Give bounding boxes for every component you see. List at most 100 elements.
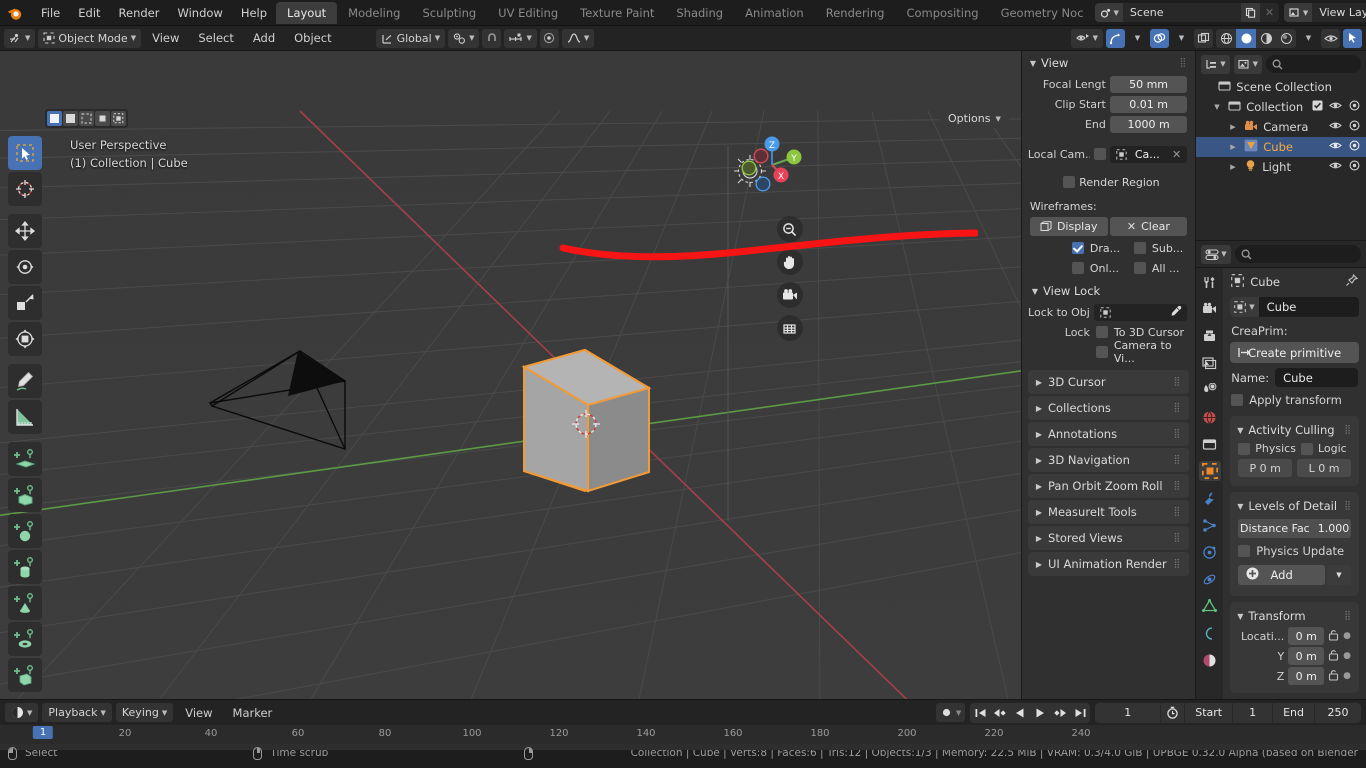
xray-toggle[interactable]	[1194, 28, 1213, 48]
scene-name[interactable]: Scene	[1123, 6, 1241, 19]
properties-editor-type-selector[interactable]: ▼	[1201, 244, 1231, 264]
add-cone-tool-icon[interactable]	[8, 586, 42, 620]
viewport-menu-add[interactable]: Add	[245, 31, 283, 45]
play-icon[interactable]	[1030, 703, 1050, 723]
lock-3d-cursor-checkbox[interactable]	[1095, 326, 1108, 338]
drag-handle-icon[interactable]: ⣿	[1344, 611, 1352, 621]
add-cylinder-tool-icon[interactable]	[8, 550, 42, 584]
disclosure-triangle-icon[interactable]: ▶	[1230, 143, 1239, 151]
menu-file[interactable]: File	[32, 3, 69, 23]
tab-data[interactable]	[1199, 596, 1221, 616]
name-row[interactable]: Name: Cube	[1223, 365, 1366, 390]
frame-controls[interactable]: 1 Start 1 End 250	[1095, 702, 1361, 723]
scene-icon[interactable]: ▼	[1094, 3, 1123, 22]
keying-menu[interactable]: Keying ▼	[115, 703, 174, 722]
add-sphere-tool-icon[interactable]	[8, 514, 42, 548]
shading-options-chevron[interactable]: ▼	[1299, 29, 1318, 48]
tab-render[interactable]	[1199, 299, 1221, 319]
playback-menu[interactable]: Playback ▼	[42, 703, 112, 722]
panel-measureit-tools[interactable]: ▶ MeasureIt Tools ⣿	[1027, 500, 1190, 524]
disclosure-triangle-icon[interactable]: ▼	[1214, 103, 1223, 111]
tab-particles[interactable]	[1199, 515, 1221, 535]
animate-dot-icon[interactable]: ●	[1343, 631, 1351, 641]
transform-orientation-selector[interactable]: Global ▼	[375, 28, 446, 48]
timeline-menu-view[interactable]: View	[177, 706, 220, 720]
camera-render-icon[interactable]	[1348, 160, 1361, 174]
local-camera-checkbox[interactable]	[1093, 148, 1106, 160]
timeline-editor-type-selector[interactable]: ▼	[5, 703, 39, 722]
rotate-tool-icon[interactable]	[8, 250, 42, 284]
toggle-perspective-icon[interactable]	[776, 315, 803, 341]
end-frame-value[interactable]: 250	[1315, 703, 1361, 723]
properties-body[interactable]: Cube ▼ Cube CreaPrim: Create primitive N…	[1223, 268, 1366, 699]
drag-handle-icon[interactable]: ⣿	[1344, 425, 1352, 435]
logic-checkbox[interactable]	[1300, 442, 1313, 455]
physics-culling-toggle[interactable]: Physics	[1238, 442, 1296, 455]
measure-tool-icon[interactable]	[8, 400, 42, 434]
cursor-tool-icon[interactable]	[8, 172, 42, 206]
drag-handle-icon[interactable]: ⣿	[1174, 455, 1182, 465]
outliner-editor-type-selector[interactable]: ▼	[1201, 54, 1230, 74]
focal-length-row[interactable]: Focal Lengt 50 mm	[1022, 74, 1195, 94]
workspace-tab-geometry-nodes[interactable]: Geometry Noc	[990, 2, 1095, 24]
physics-checkbox[interactable]	[1238, 442, 1251, 455]
tab-material-bake[interactable]	[1199, 623, 1221, 643]
physics-radius-value[interactable]: P 0 m	[1238, 459, 1293, 477]
drag-handle-icon[interactable]: ⣿	[1174, 377, 1182, 387]
wireframe-only-checkbox[interactable]	[1071, 262, 1084, 274]
pin-icon[interactable]	[1345, 273, 1359, 290]
options-button[interactable]: Options ▼	[940, 109, 1009, 128]
viewlayer-selector[interactable]: ▼ View Layer ✕	[1283, 3, 1366, 22]
workspace-tab-uv-editing[interactable]: UV Editing	[487, 2, 569, 24]
location-y-row[interactable]: Y 0 m ●	[1230, 646, 1359, 666]
move-tool-icon[interactable]	[8, 214, 42, 248]
wireframe-sub-checkbox[interactable]	[1133, 242, 1146, 254]
physics-update-row[interactable]: Physics Update	[1230, 541, 1359, 561]
shading-wireframe-button[interactable]	[1216, 29, 1236, 48]
tab-object[interactable]	[1198, 461, 1221, 481]
eye-icon[interactable]	[1329, 120, 1342, 134]
camera-view-icon[interactable]	[776, 282, 803, 308]
location-y-value[interactable]: 0 m	[1288, 647, 1325, 665]
apply-transform-checkbox[interactable]	[1231, 394, 1244, 406]
workspace-tab-compositing[interactable]: Compositing	[895, 2, 989, 24]
clip-end-value[interactable]: 1000 m	[1109, 115, 1188, 133]
eye-icon[interactable]	[1329, 140, 1342, 154]
jump-to-end-icon[interactable]	[1070, 703, 1090, 723]
culling-values-row[interactable]: P 0 m L 0 m	[1230, 457, 1359, 479]
playhead[interactable]: 1	[32, 726, 54, 739]
workspace-tab-modeling[interactable]: Modeling	[337, 2, 411, 24]
lock-to-object-row[interactable]: Lock to Obj	[1022, 302, 1195, 322]
drag-handle-icon[interactable]: ⣿	[1344, 501, 1352, 511]
lock-camera-to-view-row[interactable]: Camera to Vi...	[1022, 339, 1195, 365]
viewport-visibility-eye-icon[interactable]	[1321, 28, 1340, 48]
lock-camera-checkbox[interactable]	[1095, 346, 1108, 358]
workspace-tab-sculpting[interactable]: Sculpting	[411, 2, 487, 24]
focal-length-value[interactable]: 50 mm	[1109, 75, 1188, 93]
eye-icon[interactable]	[1329, 160, 1342, 174]
viewport-menu-object[interactable]: Object	[286, 31, 339, 45]
transform-tool-icon[interactable]	[8, 322, 42, 356]
outliner-display-mode-selector[interactable]: ▼	[1233, 54, 1263, 74]
transform-header[interactable]: ▼ Transform ⣿	[1230, 606, 1359, 626]
culling-checkbox-row[interactable]: Physics Logic	[1230, 440, 1359, 457]
shading-solid-button[interactable]	[1236, 28, 1256, 48]
n-panel[interactable]: It T Vi P E Cre Real S Grease P Tiss 3D-…	[1020, 51, 1196, 699]
select-intersect-icon[interactable]	[111, 111, 126, 126]
location-x-value[interactable]: 0 m	[1288, 627, 1325, 645]
jump-to-start-icon[interactable]	[970, 703, 990, 723]
proportional-falloff-selector[interactable]: ▼	[561, 28, 595, 48]
clip-start-row[interactable]: Clip Start 0.01 m	[1022, 94, 1195, 114]
shading-material-button[interactable]	[1256, 29, 1276, 48]
select-box-tool-icon[interactable]	[8, 136, 42, 170]
proportional-editing-toggle[interactable]	[539, 28, 559, 48]
object-name-field[interactable]: ▼ Cube	[1230, 297, 1359, 317]
snap-magnet-toggle[interactable]	[482, 28, 502, 48]
restrict-select-toggle[interactable]	[1343, 28, 1362, 48]
prev-keyframe-icon[interactable]	[990, 703, 1010, 723]
wireframe-all-checkbox[interactable]	[1133, 262, 1146, 274]
panel-collections[interactable]: ▶ Collections ⣿	[1027, 396, 1190, 420]
timeline-scrollbar[interactable]	[0, 744, 1366, 750]
tab-collection[interactable]	[1199, 434, 1221, 454]
zoom-icon[interactable]	[776, 216, 803, 242]
